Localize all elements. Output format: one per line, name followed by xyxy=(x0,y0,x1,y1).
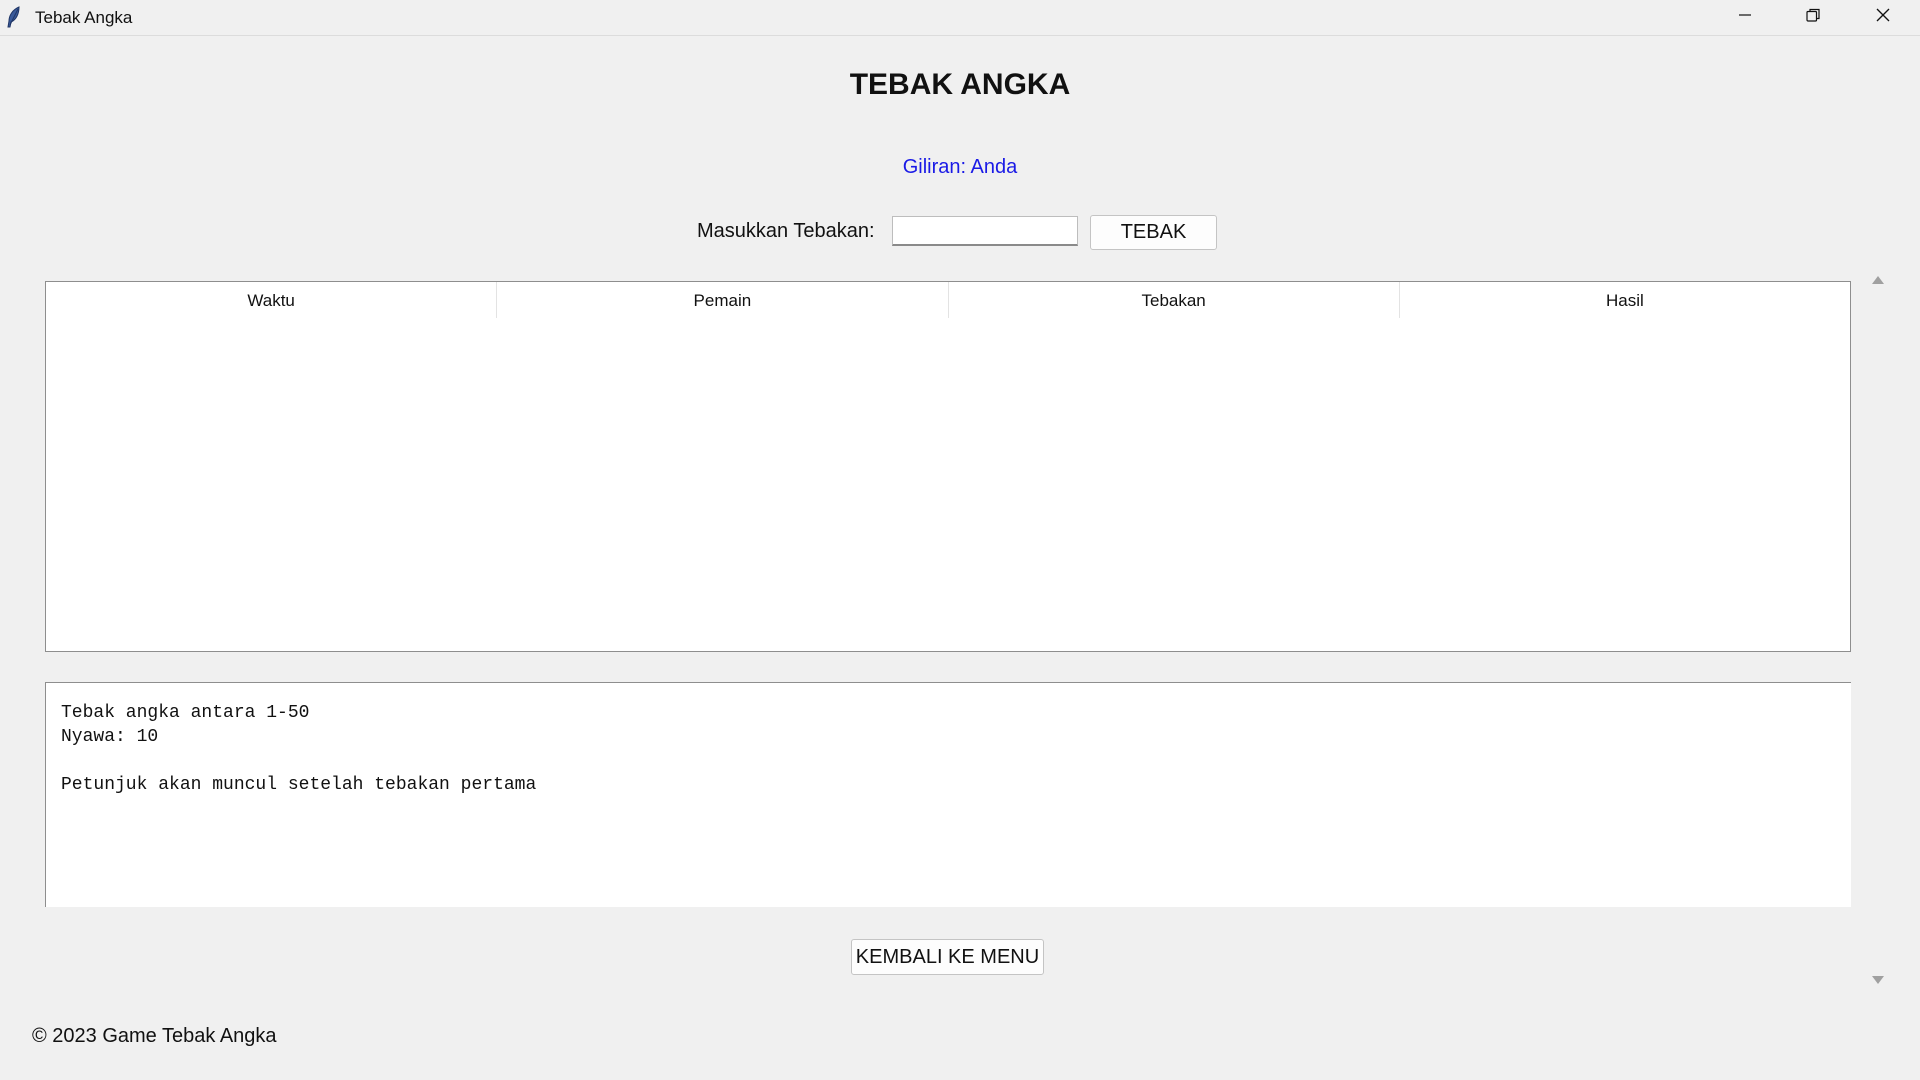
vertical-scrollbar[interactable] xyxy=(1866,268,1890,988)
feather-icon xyxy=(6,6,22,28)
maximize-button[interactable] xyxy=(1778,0,1848,34)
column-header-pemain[interactable]: Pemain xyxy=(497,282,949,318)
guess-history-table[interactable]: Waktu Pemain Tebakan Hasil xyxy=(45,281,1851,652)
game-log-textbox[interactable]: Tebak angka antara 1-50 Nyawa: 10 Petunj… xyxy=(45,682,1851,907)
back-to-menu-button[interactable]: KEMBALI KE MENU xyxy=(851,939,1044,975)
close-button[interactable] xyxy=(1848,0,1918,34)
close-icon xyxy=(1875,7,1891,28)
scroll-up-arrow-icon[interactable] xyxy=(1870,273,1886,285)
table-header: Waktu Pemain Tebakan Hasil xyxy=(46,282,1850,318)
window-title: Tebak Angka xyxy=(35,8,133,27)
scroll-down-arrow-icon[interactable] xyxy=(1870,973,1886,985)
minimize-button[interactable] xyxy=(1710,0,1780,34)
guess-input[interactable] xyxy=(892,216,1078,246)
title-bar[interactable]: Tebak Angka xyxy=(0,0,1920,36)
log-line: Nyawa: 10 xyxy=(61,727,159,747)
log-line: Petunjuk akan muncul setelah tebakan per… xyxy=(61,775,537,795)
guess-button[interactable]: TEBAK xyxy=(1090,215,1217,250)
guess-label: Masukkan Tebakan: xyxy=(697,220,875,242)
page-title: TEBAK ANGKA xyxy=(849,68,1071,101)
copyright-text: © 2023 Game Tebak Angka xyxy=(32,1025,277,1047)
column-header-tebakan[interactable]: Tebakan xyxy=(949,282,1400,318)
turn-indicator: Giliran: Anda xyxy=(902,156,1018,178)
log-line: Tebak angka antara 1-50 xyxy=(61,703,310,723)
column-header-hasil[interactable]: Hasil xyxy=(1400,282,1850,318)
app-window: Tebak Angka TEBAK ANGKA Giliran: Anda Ma… xyxy=(0,0,1920,1080)
column-header-waktu[interactable]: Waktu xyxy=(46,282,498,318)
restore-icon xyxy=(1805,7,1821,28)
minimize-icon xyxy=(1737,7,1753,28)
